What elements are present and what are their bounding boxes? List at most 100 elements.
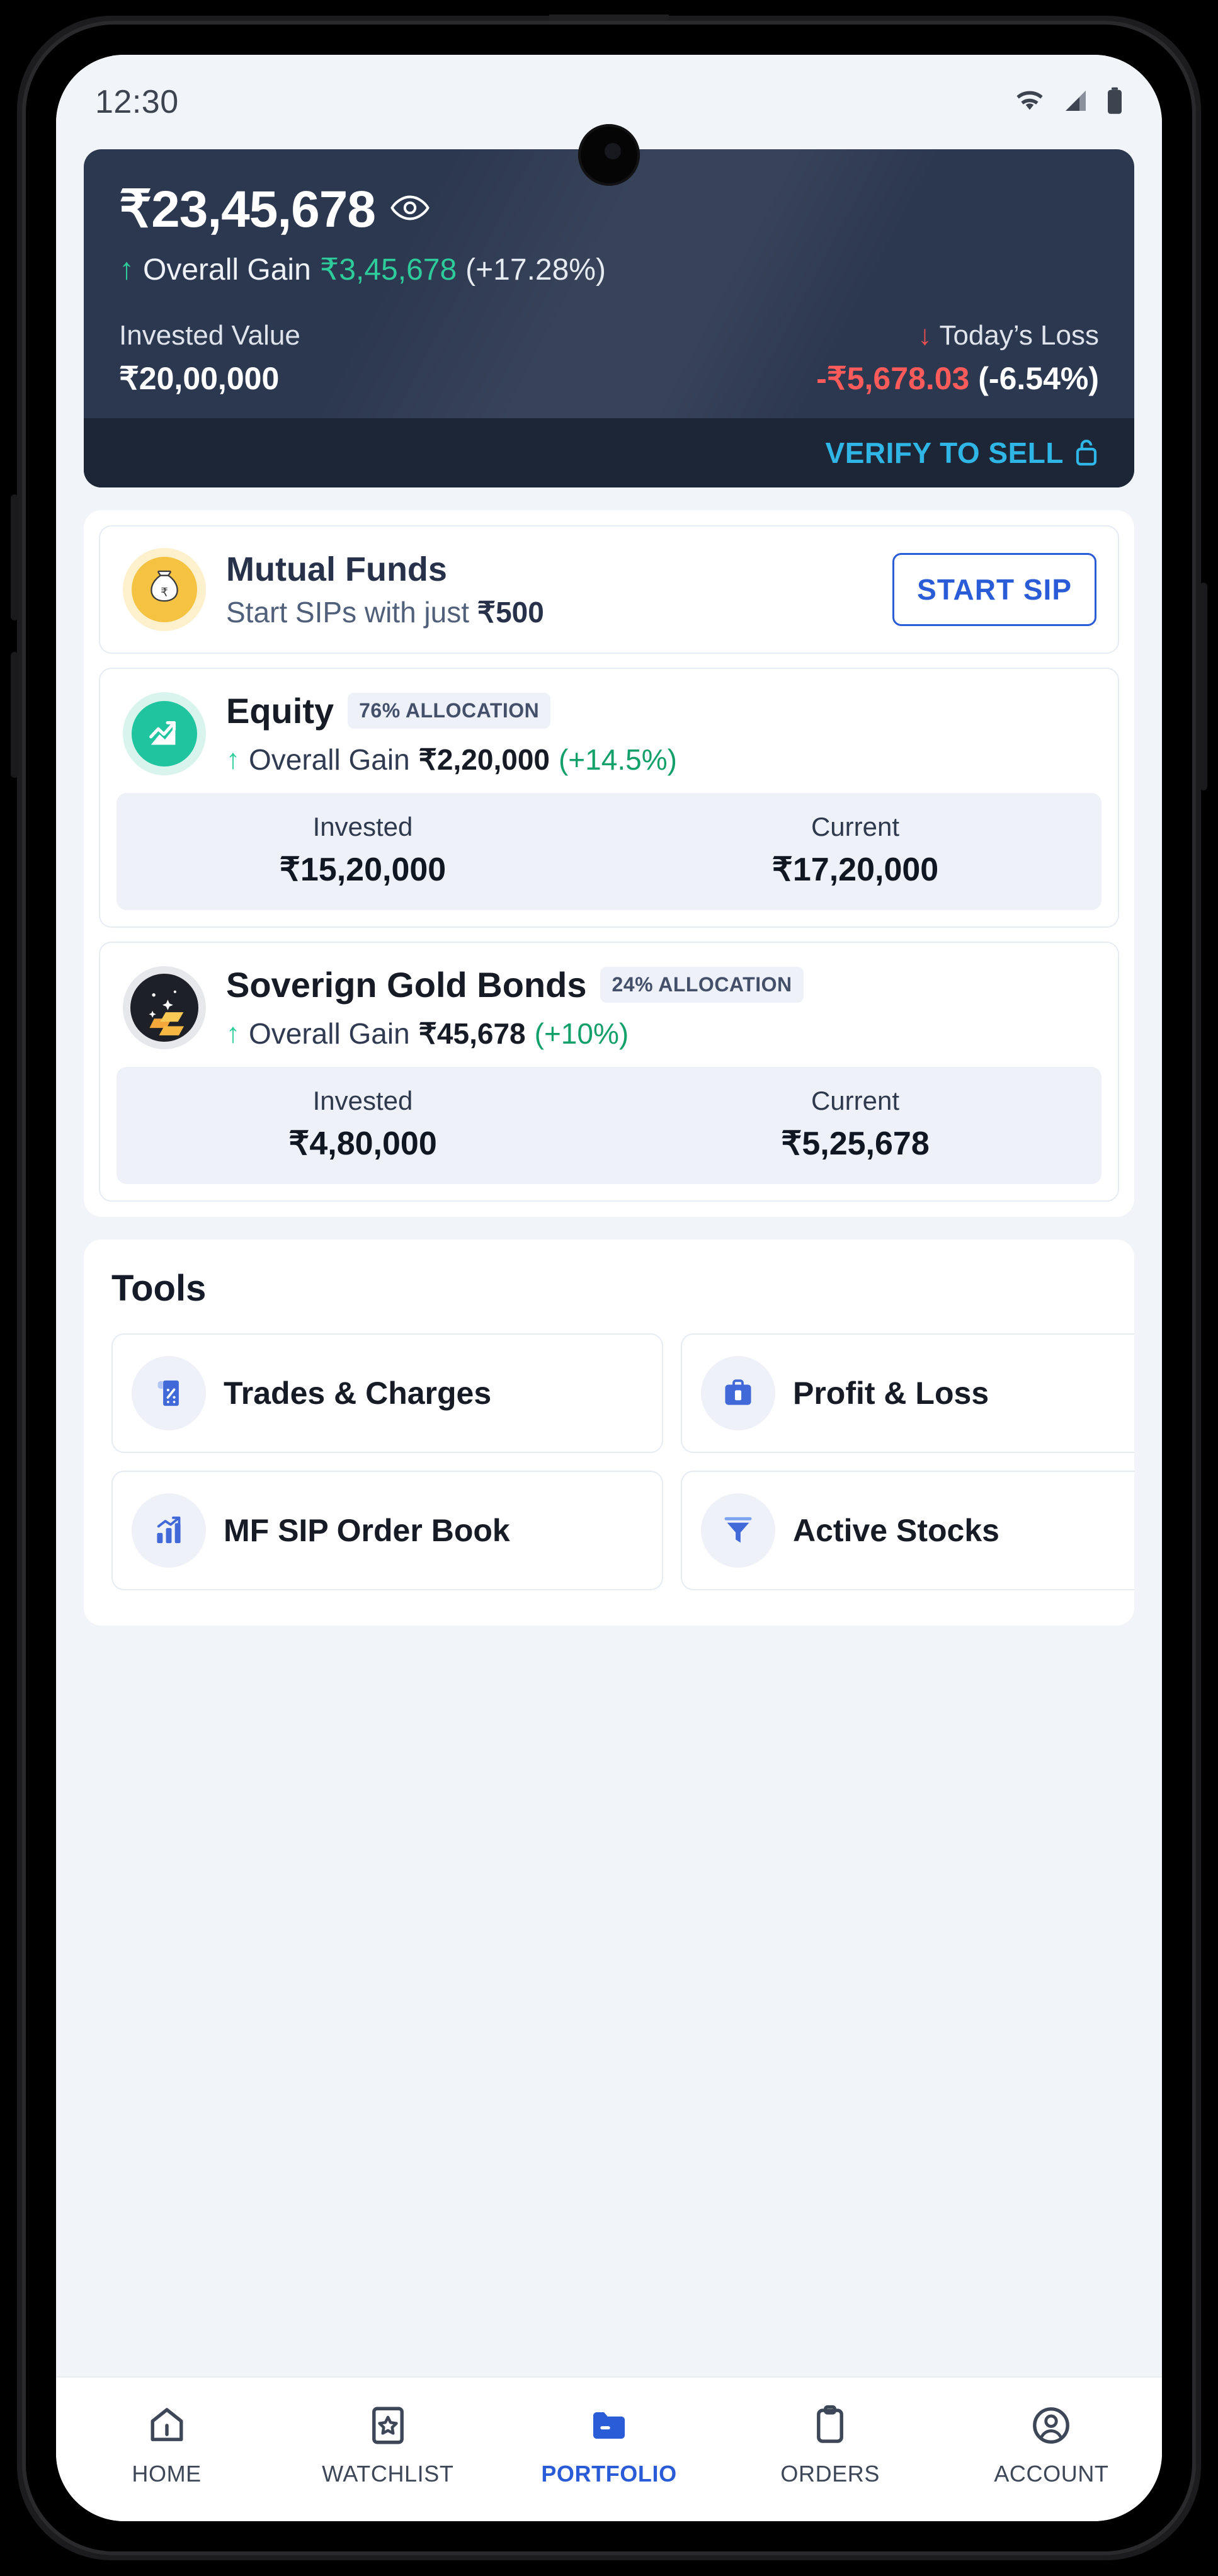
gold-bonds-avatar (123, 966, 206, 1049)
equity-title-row: Equity 76% ALLOCATION (226, 690, 1096, 731)
chart-growth-icon (132, 700, 197, 767)
mutual-funds-subtitle: Start SIPs with just ₹500 (226, 595, 872, 629)
equity-title: Equity (226, 691, 334, 731)
mutual-funds-subtitle-prefix: Start SIPs with just (226, 596, 477, 629)
gold-bonds-title-row: Soverign Gold Bonds 24% ALLOCATION (226, 964, 1096, 1005)
equity-current-label: Current (811, 812, 900, 841)
gold-bonds-text: Soverign Gold Bonds 24% ALLOCATION ↑ Ove… (226, 964, 1096, 1051)
nav-label: PORTFOLIO (541, 2460, 677, 2487)
equity-gain-label: Overall Gain (249, 743, 410, 776)
gold-bonds-gain-label: Overall Gain (249, 1017, 410, 1050)
watchlist-star-icon (365, 2402, 411, 2452)
arrow-up-icon: ↑ (119, 253, 134, 286)
cellular-signal-icon (1061, 88, 1090, 117)
tool-profit-and-loss[interactable]: Profit & Loss (681, 1333, 1134, 1453)
equity-invested-label: Invested (312, 812, 413, 841)
mutual-funds-title: Mutual Funds (226, 550, 447, 588)
products-card: ₹ Mutual Funds Start SIPs with just ₹500… (84, 510, 1134, 1217)
nav-item-account[interactable]: ACCOUNT (941, 2402, 1162, 2487)
verify-to-sell-label: VERIFY TO SELL (825, 436, 1064, 469)
equity-holding-tile[interactable]: Equity 76% ALLOCATION ↑ Overall Gain ₹2,… (99, 668, 1119, 928)
gold-bonds-invested-col: Invested ₹4,80,000 (117, 1086, 609, 1163)
equity-gain-row: ↑ Overall Gain ₹2,20,000 (+14.5%) (226, 743, 1096, 777)
start-sip-button[interactable]: START SIP (892, 553, 1096, 626)
funnel-icon (701, 1493, 775, 1568)
equity-invested-col: Invested ₹15,20,000 (117, 812, 609, 889)
nav-label: HOME (132, 2460, 202, 2487)
eye-icon[interactable] (390, 194, 430, 225)
tool-label: Active Stocks (793, 1513, 999, 1548)
tool-mf-sip-order-book[interactable]: MF SIP Order Book (111, 1471, 663, 1590)
nav-item-portfolio[interactable]: PORTFOLIO (498, 2402, 719, 2487)
gold-bonds-gain-percent: (+10%) (534, 1017, 629, 1050)
todays-loss-label-row: ↓ Today’s Loss (816, 320, 1099, 351)
tool-trades-and-charges[interactable]: Trades & Charges (111, 1333, 663, 1453)
gold-bonds-title: Soverign Gold Bonds (226, 965, 587, 1005)
front-camera-icon (578, 124, 640, 186)
gold-bonds-holding-tile[interactable]: Soverign Gold Bonds 24% ALLOCATION ↑ Ove… (99, 942, 1119, 1202)
gold-bonds-gain-amount: ₹45,678 (418, 1017, 526, 1050)
tool-label: Profit & Loss (793, 1376, 989, 1411)
phone-screen: 12:30 ₹23,45,678 ↑ Overall Gain ₹3,45,67… (56, 55, 1162, 2521)
app-scroll-body[interactable]: ₹23,45,678 ↑ Overall Gain ₹3,45,678 (+17… (56, 149, 1162, 2376)
gold-bonds-invested-value: ₹4,80,000 (288, 1126, 437, 1162)
phone-frame: 12:30 ₹23,45,678 ↑ Overall Gain ₹3,45,67… (11, 14, 1207, 2560)
overall-gain-amount: ₹3,45,678 (319, 253, 457, 287)
nav-item-home[interactable]: HOME (56, 2402, 277, 2487)
tool-label: MF SIP Order Book (224, 1513, 510, 1548)
mutual-funds-tile[interactable]: ₹ Mutual Funds Start SIPs with just ₹500… (99, 525, 1119, 654)
summary-stats-row: Invested Value ₹20,00,000 ↓ Today’s Loss… (119, 320, 1099, 397)
camera-lens (604, 143, 621, 160)
briefcase-icon (701, 1356, 775, 1430)
receipt-icon (132, 1356, 206, 1430)
volume-up-button[interactable] (11, 494, 18, 620)
arrow-up-icon: ↑ (226, 1018, 240, 1049)
overall-gain-percent: (+17.28%) (465, 253, 606, 287)
equity-figures: Invested ₹15,20,000 Current ₹17,20,000 (117, 793, 1101, 910)
gold-bonds-current-col: Current ₹5,25,678 (609, 1086, 1101, 1163)
gold-bonds-current-value: ₹5,25,678 (781, 1126, 930, 1162)
equity-invested-value: ₹15,20,000 (279, 852, 447, 888)
bar-chart-icon (132, 1493, 206, 1568)
battery-icon (1107, 87, 1123, 118)
volume-down-button[interactable] (11, 652, 18, 778)
status-time: 12:30 (95, 84, 179, 120)
tool-active-stocks[interactable]: Active Stocks (681, 1471, 1134, 1590)
clipboard-icon (807, 2402, 853, 2452)
total-value-row: ₹23,45,678 (119, 180, 1099, 239)
arrow-up-icon: ↑ (226, 744, 240, 775)
gold-bars-icon (130, 973, 198, 1042)
todays-loss-amount: -₹5,678.03 (816, 361, 970, 396)
overall-gain-row: ↑ Overall Gain ₹3,45,678 (+17.28%) (119, 252, 1099, 287)
arrow-down-icon: ↓ (918, 320, 932, 351)
equity-current-value: ₹17,20,000 (771, 852, 939, 888)
wifi-icon (1015, 88, 1045, 117)
todays-loss-block: ↓ Today’s Loss -₹5,678.03 (-6.54%) (816, 320, 1099, 397)
nav-item-watchlist[interactable]: WATCHLIST (277, 2402, 498, 2487)
nav-label: ACCOUNT (994, 2460, 1109, 2487)
equity-header-row: Equity 76% ALLOCATION ↑ Overall Gain ₹2,… (100, 669, 1118, 793)
gold-bonds-current-label: Current (811, 1086, 900, 1115)
tools-grid: Trades & Charges Profit & Loss MF SIP Or… (111, 1333, 1134, 1590)
tool-label: Trades & Charges (224, 1376, 492, 1411)
money-bag-icon: ₹ (132, 557, 197, 622)
verify-to-sell-button[interactable]: VERIFY TO SELL (84, 418, 1134, 487)
nav-item-orders[interactable]: ORDERS (720, 2402, 941, 2487)
account-circle-icon (1028, 2402, 1074, 2452)
equity-avatar (123, 692, 206, 775)
gold-bonds-allocation-badge: 24% ALLOCATION (600, 967, 804, 1003)
power-button[interactable] (1200, 583, 1207, 790)
equity-gain-percent: (+14.5%) (558, 743, 677, 776)
portfolio-total-value: ₹23,45,678 (119, 181, 376, 238)
folder-icon (586, 2402, 632, 2452)
gold-bonds-invested-label: Invested (312, 1086, 413, 1115)
mutual-funds-avatar: ₹ (123, 548, 206, 631)
todays-loss-percent: (-6.54%) (978, 361, 1099, 396)
gold-bonds-header-row: Soverign Gold Bonds 24% ALLOCATION ↑ Ove… (100, 943, 1118, 1067)
overall-gain-label: Overall Gain (143, 253, 311, 287)
svg-text:₹: ₹ (161, 586, 168, 599)
mutual-funds-row: ₹ Mutual Funds Start SIPs with just ₹500… (100, 527, 1118, 653)
bottom-navigation-bar: HOME WATCHLIST PORTFOLIO ORDERS ACCOUNT (56, 2376, 1162, 2521)
portfolio-summary-body: ₹23,45,678 ↑ Overall Gain ₹3,45,678 (+17… (84, 149, 1134, 418)
lock-icon (1074, 436, 1099, 470)
